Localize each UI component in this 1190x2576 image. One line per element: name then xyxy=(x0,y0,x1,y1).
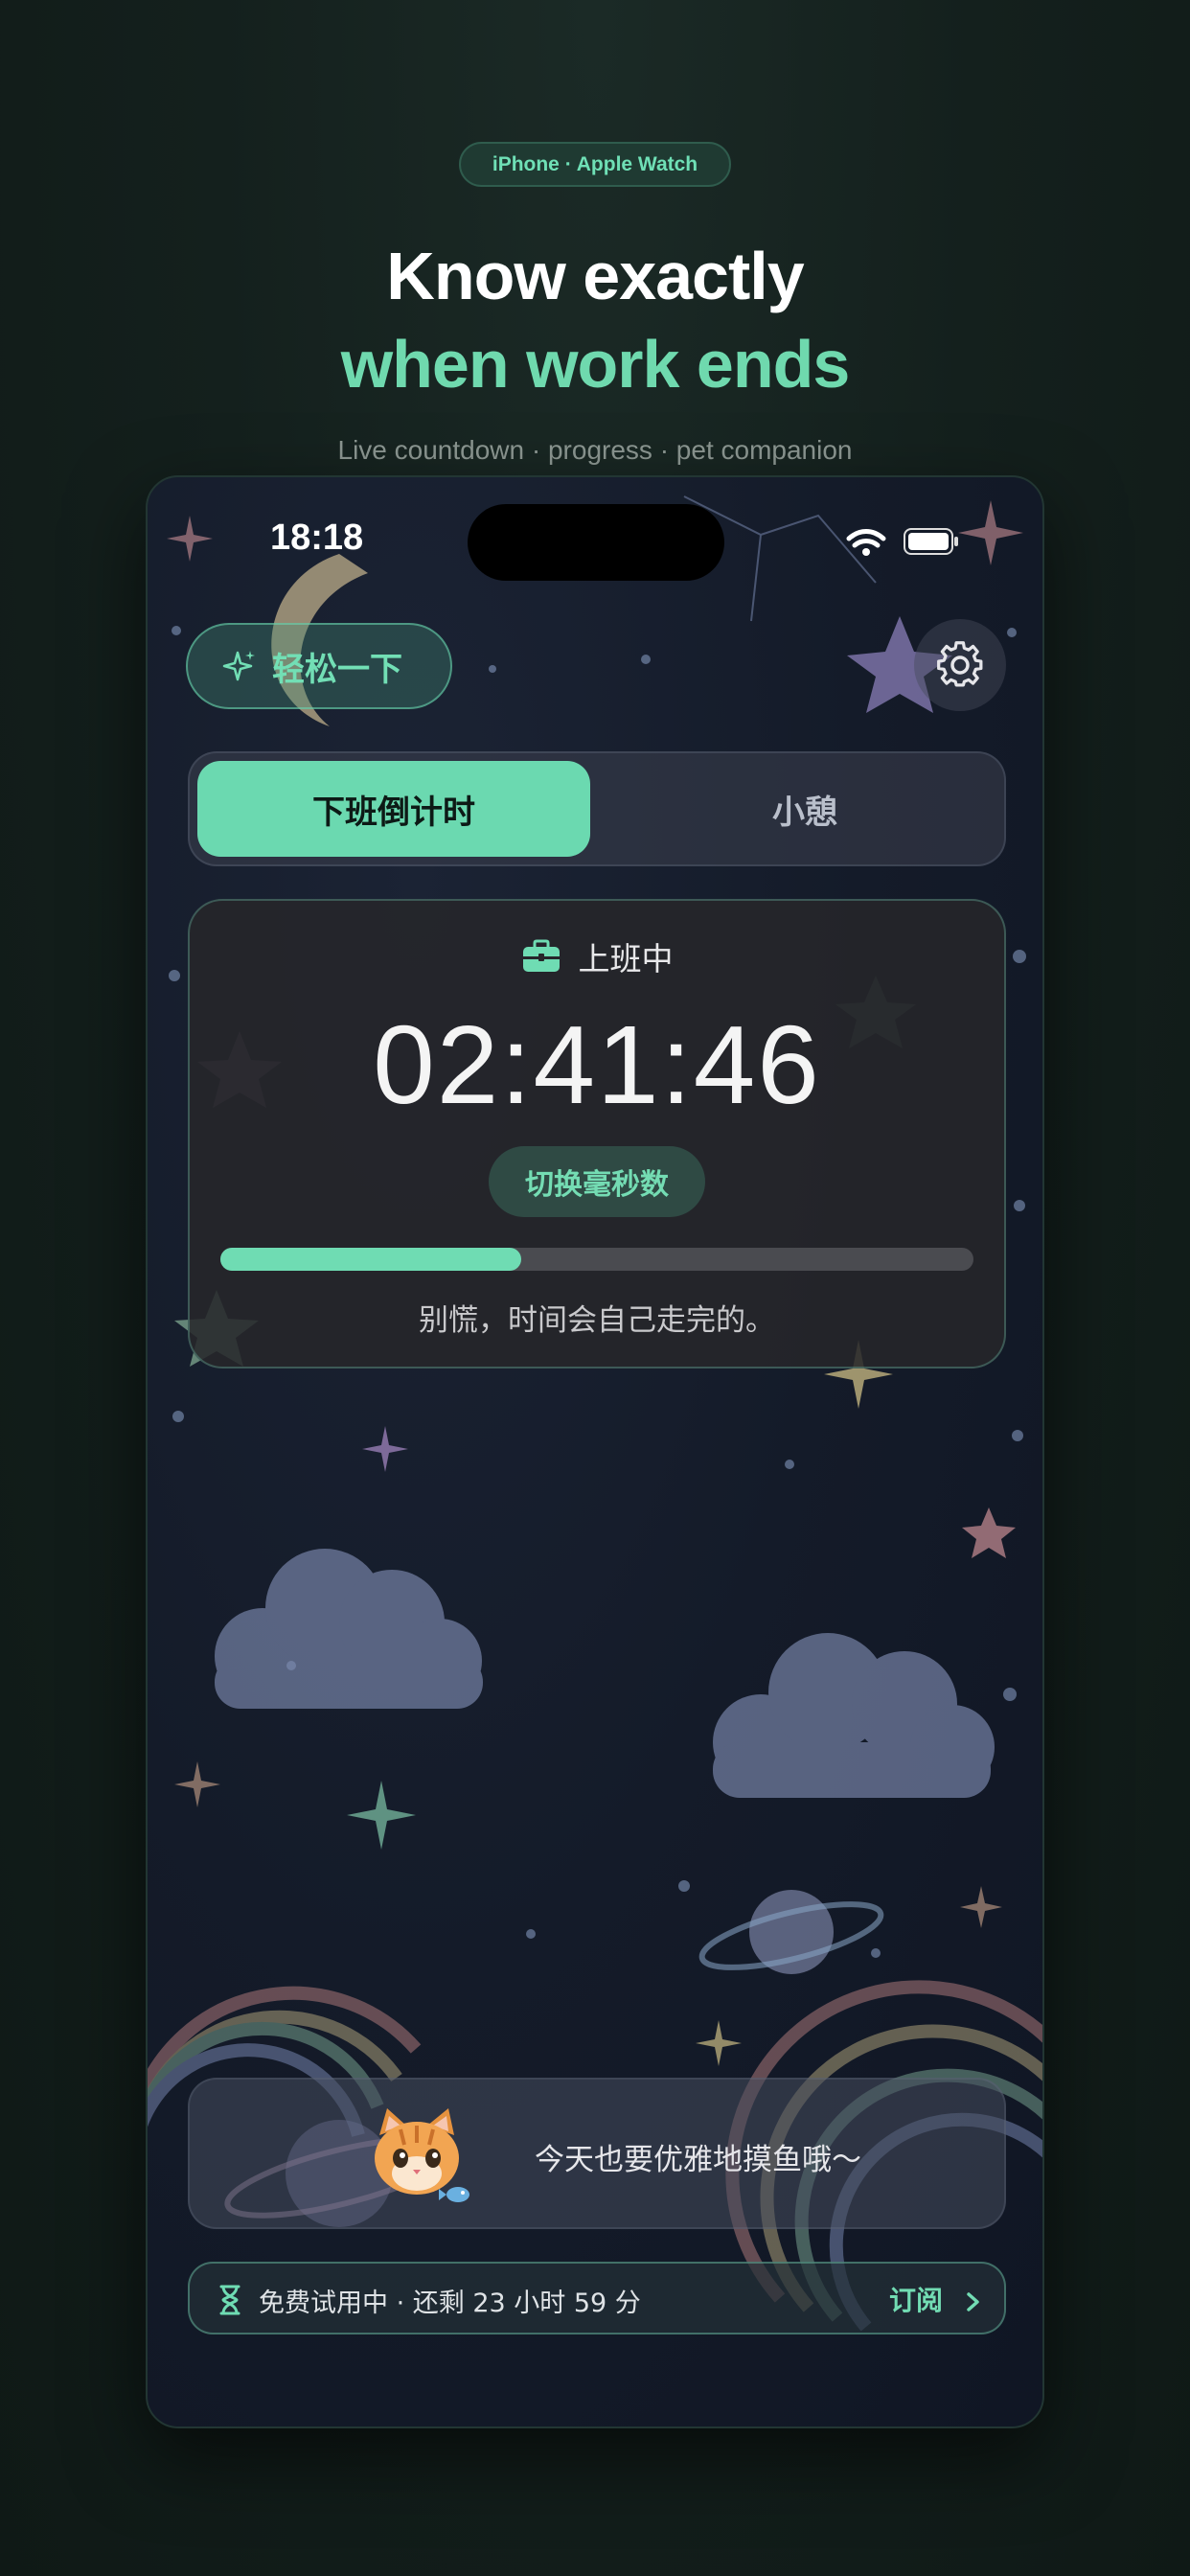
countdown-timer: 02:41:46 xyxy=(373,1002,821,1127)
subscribe-label: 订阅 xyxy=(889,2285,944,2316)
tab-nap[interactable]: 小憩 xyxy=(611,761,998,857)
sparkle-icon xyxy=(222,651,255,681)
platform-badge: iPhone · Apple Watch xyxy=(459,142,731,187)
workday-progress-fill xyxy=(220,1248,522,1271)
relax-label: 轻松一下 xyxy=(272,650,402,689)
tab-countdown[interactable]: 下班倒计时 xyxy=(197,761,590,857)
mode-segmented-control: 下班倒计时 小憩 xyxy=(188,751,1006,866)
gear-icon xyxy=(937,641,983,687)
workday-progress-bar xyxy=(220,1248,973,1271)
pet-message: 今天也要优雅地摸鱼哦～ xyxy=(535,2143,861,2177)
headline-line-1: Know exactly xyxy=(386,239,804,313)
countdown-card: 上班中 02:41:46 切换毫秒数 别慌，时间会自己走完的。 xyxy=(188,899,1006,1368)
work-status: 上班中 xyxy=(190,933,1004,979)
battery-icon xyxy=(904,528,958,555)
hourglass-icon xyxy=(219,2285,240,2315)
trial-banner[interactable]: 免费试用中 · 还剩 23 小时 59 分 订阅 xyxy=(188,2262,1006,2334)
hero-subtitle: Live countdown · progress · pet companio… xyxy=(337,435,853,465)
cat-avatar[interactable] xyxy=(368,2106,473,2206)
phone-frame: 18:18 轻松一下 下班倒计时 小憩 上班中 02:41:46 切换毫秒数 别… xyxy=(146,475,1044,2428)
countdown-message: 别慌，时间会自己走完的。 xyxy=(419,1303,775,1338)
settings-button[interactable] xyxy=(914,619,1006,711)
pet-companion-panel[interactable]: 今天也要优雅地摸鱼哦～ xyxy=(188,2078,1006,2229)
briefcase-icon xyxy=(522,939,560,972)
status-bar-time: 18:18 xyxy=(270,518,364,558)
headline-line-2: when work ends xyxy=(340,327,851,402)
relax-button[interactable]: 轻松一下 xyxy=(186,623,452,709)
dynamic-island xyxy=(468,504,724,581)
work-status-label: 上班中 xyxy=(578,940,674,978)
trial-status-text: 免费试用中 · 还剩 23 小时 59 分 xyxy=(259,2288,641,2318)
chevron-right-icon xyxy=(967,2292,979,2312)
subscribe-link[interactable]: 订阅 xyxy=(889,2280,983,2318)
toggle-milliseconds-button[interactable]: 切换毫秒数 xyxy=(489,1146,705,1217)
wifi-icon xyxy=(846,529,886,556)
